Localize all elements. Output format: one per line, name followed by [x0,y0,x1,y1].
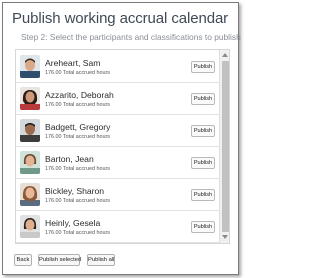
publish-button[interactable]: Publish [191,221,215,233]
list-scrollbar[interactable] [219,50,229,243]
avatar [20,215,40,238]
accrued-hours: 176.00 Total accrued hours [45,230,110,236]
publish-calendar-dialog: Publish working accrual calendar Step 2:… [2,2,241,275]
person-name: Barton, Jean [45,154,94,164]
avatar [20,87,40,110]
accrued-hours: 176.00 Total accrued hours [45,166,110,172]
publish-button[interactable]: Publish [191,125,215,137]
list-item: Azzarito, Deborah 176.00 Total accrued h… [16,83,219,115]
person-name: Heinly, Gesela [45,218,101,228]
avatar [20,183,40,206]
scroll-down-icon[interactable] [222,235,228,239]
accrued-hours: 176.00 Total accrued hours [45,70,110,76]
dialog-title: Publish working accrual calendar [12,10,229,27]
publish-all-button[interactable]: Publish all [87,254,115,266]
publish-selected-button[interactable]: Publish selected [38,254,81,266]
person-name: Azzarito, Deborah [45,90,114,100]
step-subtitle: Step 2: Select the participants and clas… [21,32,241,42]
accrued-hours: 176.00 Total accrued hours [45,134,110,140]
avatar [20,55,40,78]
scroll-up-icon[interactable] [222,53,228,57]
person-name: Areheart, Sam [45,58,101,68]
back-button[interactable]: Back [14,254,32,266]
publish-button[interactable]: Publish [191,189,215,201]
person-name: Bickley, Sharon [45,186,105,196]
list-item: Badgett, Gregory 176.00 Total accrued ho… [16,115,219,147]
accrued-hours: 176.00 Total accrued hours [45,198,110,204]
list-item: Areheart, Sam 176.00 Total accrued hours… [16,51,219,83]
publish-button[interactable]: Publish [191,61,215,73]
list-item: Bickley, Sharon 176.00 Total accrued hou… [16,179,219,211]
list-item: Heinly, Gesela 176.00 Total accrued hour… [16,211,219,243]
accrued-hours: 176.00 Total accrued hours [45,102,110,108]
person-name: Badgett, Gregory [45,122,111,132]
participant-list: Areheart, Sam 176.00 Total accrued hours… [15,49,230,244]
list-item: Barton, Jean 176.00 Total accrued hours … [16,147,219,179]
avatar [20,119,40,142]
scroll-thumb[interactable] [222,61,229,232]
publish-button[interactable]: Publish [191,93,215,105]
publish-button[interactable]: Publish [191,157,215,169]
avatar [20,151,40,174]
